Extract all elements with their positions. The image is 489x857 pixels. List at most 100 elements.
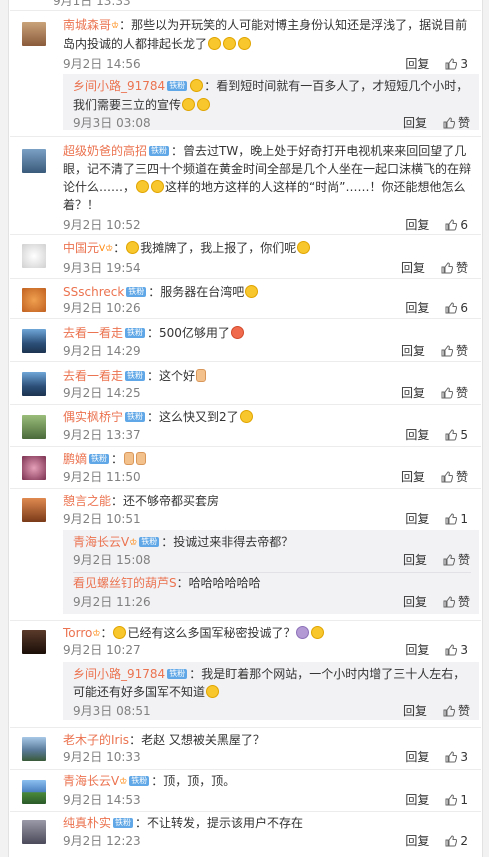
- reply-button[interactable]: 回复: [405, 512, 429, 526]
- like-button[interactable]: 6: [445, 218, 468, 232]
- reply-time: 9月3日 08:51: [73, 704, 151, 718]
- like-count: 3: [460, 750, 468, 764]
- reply-button[interactable]: 回复: [401, 261, 425, 275]
- emoji-icon: [197, 98, 211, 111]
- reply-button[interactable]: 回复: [405, 428, 429, 442]
- reply-time: 9月2日 15:08: [73, 553, 151, 567]
- avatar[interactable]: [22, 244, 46, 268]
- reply-button[interactable]: 回复: [405, 793, 429, 807]
- comment-user[interactable]: 去看一看走: [63, 326, 123, 340]
- like-button[interactable]: 5: [445, 428, 468, 442]
- emoji-icon: [223, 37, 237, 50]
- like-button[interactable]: 赞: [443, 704, 470, 718]
- comment-user[interactable]: 青海长云V: [63, 774, 119, 788]
- comment-time: 9月2日 10:33: [63, 750, 141, 764]
- reply-text: 可能还有好多国军不知道: [73, 685, 206, 699]
- comment-user[interactable]: SSschreck: [63, 285, 124, 299]
- avatar[interactable]: [22, 415, 46, 439]
- reply-button[interactable]: 回复: [403, 116, 427, 130]
- like-button[interactable]: 1: [445, 512, 468, 526]
- comment-time: 9月2日 10:26: [63, 301, 141, 315]
- reply-user[interactable]: 看见螺丝钉的葫芦S: [73, 576, 177, 590]
- reply-button[interactable]: 回复: [405, 834, 429, 848]
- comment-text: 我摊牌了，我上报了，你们呢: [140, 241, 297, 255]
- avatar[interactable]: [22, 780, 46, 804]
- emoji-icon: [182, 98, 196, 111]
- like-button[interactable]: 赞: [443, 595, 470, 609]
- comment-user[interactable]: 去看一看走: [63, 369, 123, 383]
- avatar[interactable]: [22, 737, 46, 761]
- comment-user[interactable]: 鹏嫡: [63, 452, 87, 466]
- comment-item: 纯真朴实 铁粉 ：不让转发，提示该用户不存在 9月2日 12:23 回复 2: [10, 812, 482, 857]
- comment-user[interactable]: 憩言之能: [63, 494, 111, 508]
- comment-user[interactable]: Torro: [63, 626, 92, 640]
- avatar[interactable]: [22, 22, 46, 46]
- reply-button[interactable]: 回复: [403, 553, 427, 567]
- avatar[interactable]: [22, 456, 46, 480]
- member-badge: 铁粉: [89, 454, 110, 464]
- reply-button[interactable]: 回复: [405, 301, 429, 315]
- like-button[interactable]: 3: [445, 643, 468, 657]
- like-button[interactable]: 赞: [443, 553, 470, 567]
- emoji-icon: [239, 410, 253, 423]
- comment-text: ：顶，顶，顶。: [151, 774, 236, 788]
- reply-time: 9月3日 03:08: [73, 116, 151, 130]
- like-button[interactable]: 赞: [441, 344, 468, 358]
- like-button[interactable]: 赞: [441, 386, 468, 400]
- comment-item: 老木子的Iris：老赵 又想被关黑屋了？ 9月2日 10:33 回复 3: [10, 728, 482, 770]
- reply-button[interactable]: 回复: [405, 57, 429, 71]
- avatar[interactable]: [22, 149, 46, 173]
- reply-box: 乡间小路_91784 铁粉 ：我是盯着那个网站，一个小时内增了三十人左右， 可能还有…: [63, 662, 479, 720]
- reply-text: ：投诚过来非得去帝都？: [161, 535, 294, 549]
- reply-button[interactable]: 回复: [401, 386, 425, 400]
- reply-button[interactable]: 回复: [403, 704, 427, 718]
- avatar[interactable]: [22, 329, 46, 353]
- comment-text: ：: [111, 452, 124, 466]
- like-button[interactable]: 3: [445, 750, 468, 764]
- thumb-up-icon: [445, 219, 458, 231]
- reply-user[interactable]: 乡间小路_91784: [73, 667, 165, 681]
- avatar[interactable]: [22, 630, 46, 654]
- comment-user[interactable]: 偶实枫桥宁: [63, 410, 123, 424]
- comment-item: 南城森哥♔：那些以为开玩笑的人可能对博主身份认知还是浮浅了，据说目前 岛内投诚的…: [10, 10, 482, 135]
- comment-user[interactable]: 超级奶爸的高招: [63, 144, 147, 158]
- emoji-icon: [136, 180, 150, 193]
- like-button[interactable]: 赞: [441, 470, 468, 484]
- thumb-up-icon: [445, 794, 458, 806]
- avatar[interactable]: [22, 372, 46, 396]
- like-button[interactable]: 赞: [441, 261, 468, 275]
- reply-button[interactable]: 回复: [401, 470, 425, 484]
- comment-user[interactable]: 老木子的Iris: [63, 733, 129, 747]
- emoji-icon: [126, 241, 140, 254]
- comment-time: 9月2日 14:56: [63, 57, 141, 71]
- reply-button[interactable]: 回复: [405, 750, 429, 764]
- reply-button[interactable]: 回复: [401, 344, 425, 358]
- reply-button[interactable]: 回复: [405, 643, 429, 657]
- avatar[interactable]: [22, 288, 46, 312]
- member-badge: 铁粉: [125, 328, 146, 338]
- reply-user[interactable]: 乡间小路_91784: [73, 79, 165, 93]
- like-button[interactable]: 6: [445, 301, 468, 315]
- reply-button[interactable]: 回复: [405, 218, 429, 232]
- comment-user[interactable]: 纯真朴实: [63, 816, 111, 830]
- like-button[interactable]: 1: [445, 793, 468, 807]
- like-button[interactable]: 赞: [443, 116, 470, 130]
- reply-box: 乡间小路_91784 铁粉 ：看到短时间就有一百多人了，才短短几个小时， 我们需要三…: [63, 74, 479, 130]
- comment-time: 9月3日 19:54: [63, 261, 141, 275]
- member-badge: 铁粉: [125, 371, 146, 381]
- comment-time: 9月2日 14:29: [63, 344, 141, 358]
- comment-time: 9月2日 14:53: [63, 793, 141, 807]
- reply-text: 我们需要三立的宣传: [73, 98, 182, 112]
- comment-text: ：曾去过TW，晚上处于好奇打开电视机来来回回望了几: [171, 144, 467, 158]
- like-button[interactable]: 3: [445, 57, 468, 71]
- avatar[interactable]: [22, 820, 46, 844]
- reply-user[interactable]: 青海长云V: [73, 535, 129, 549]
- thumb-up-icon: [445, 302, 458, 314]
- comment-text: ：老赵 又想被关黑屋了？: [129, 733, 265, 747]
- comment-user[interactable]: 中国元: [63, 241, 99, 255]
- reply-button[interactable]: 回复: [403, 595, 427, 609]
- comment-user[interactable]: 南城森哥: [63, 18, 111, 32]
- avatar[interactable]: [22, 498, 46, 522]
- emoji-icon: [151, 180, 165, 193]
- like-button[interactable]: 2: [445, 834, 468, 848]
